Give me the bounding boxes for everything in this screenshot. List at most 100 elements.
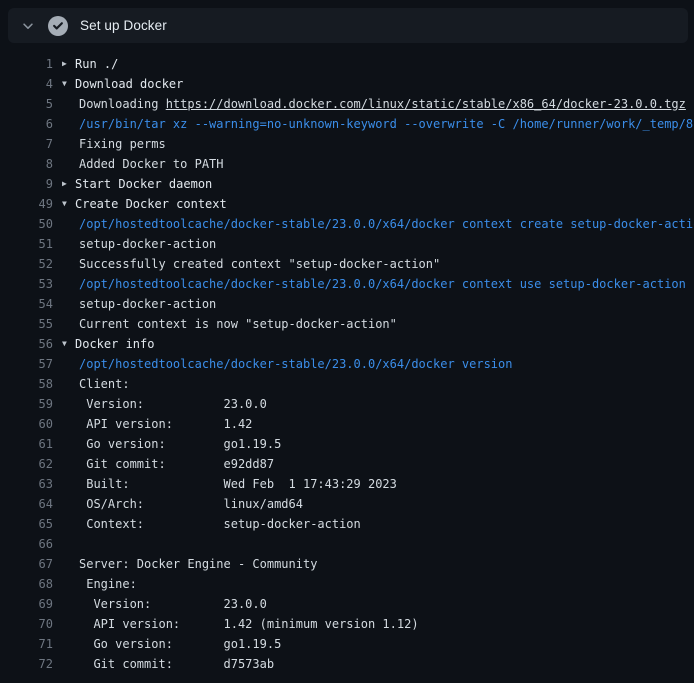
log-line: 5Downloading https://download.docker.com… (0, 94, 694, 114)
log-text-content: OS/Arch: linux/amd64 (79, 497, 303, 511)
line-number[interactable]: 52 (0, 254, 53, 274)
log-text-content: Version: 23.0.0 (79, 597, 267, 611)
log-line: 49▼Create Docker context (0, 194, 694, 214)
line-number[interactable]: 66 (0, 534, 53, 554)
line-number[interactable]: 67 (0, 554, 53, 574)
log-text: Server: Docker Engine - Community (53, 554, 694, 574)
log-command-text: /opt/hostedtoolcache/docker-stable/23.0.… (53, 354, 694, 374)
line-number[interactable]: 50 (0, 214, 53, 234)
download-url-link[interactable]: https://download.docker.com/linux/static… (166, 97, 686, 111)
line-number[interactable]: 70 (0, 614, 53, 634)
log-line: 53/opt/hostedtoolcache/docker-stable/23.… (0, 274, 694, 294)
log-command-text: /usr/bin/tar xz --warning=no-unknown-key… (53, 114, 694, 134)
line-number[interactable]: 59 (0, 394, 53, 414)
log-text: Fixing perms (53, 134, 694, 154)
log-line: 56 ▼ Docker info (0, 334, 694, 354)
group-title: Run ./ (75, 57, 118, 71)
line-number[interactable]: 54 (0, 294, 53, 314)
line-number[interactable]: 9 (0, 174, 53, 194)
log-text (53, 534, 694, 554)
log-group-toggle[interactable]: ▼ Docker info (53, 334, 694, 354)
line-number[interactable]: 4 (0, 74, 53, 94)
log-line: 8 Added Docker to PATH (0, 154, 694, 174)
step-title: Set up Docker (80, 18, 167, 33)
line-number[interactable]: 65 (0, 514, 53, 534)
line-number[interactable]: 49 (0, 194, 53, 214)
log-text-content: Successfully created context "setup-dock… (79, 257, 440, 271)
log-text-content: Version: 23.0.0 (79, 397, 267, 411)
line-number[interactable]: 62 (0, 454, 53, 474)
log-text-content: Added Docker to PATH (79, 157, 224, 171)
line-number[interactable]: 71 (0, 634, 53, 654)
line-number[interactable]: 56 (0, 334, 53, 354)
log-text: API version: 1.42 (minimum version 1.12) (53, 614, 694, 634)
log-text-content: Git commit: d7573ab (79, 657, 274, 671)
log-group-toggle[interactable]: ▼Download docker (53, 74, 694, 94)
log-text-content: Git commit: e92dd87 (79, 457, 274, 471)
log-text: setup-docker-action (53, 234, 694, 254)
log-line: 6/usr/bin/tar xz --warning=no-unknown-ke… (0, 114, 694, 134)
step-header[interactable]: Set up Docker (8, 8, 688, 43)
log-line: 60 API version: 1.42 (0, 414, 694, 434)
log-text-content: Go version: go1.19.5 (79, 637, 281, 651)
log-line: 70 API version: 1.42 (minimum version 1.… (0, 614, 694, 634)
line-number[interactable]: 7 (0, 134, 53, 154)
log-text-content: API version: 1.42 (79, 417, 252, 431)
line-number[interactable]: 68 (0, 574, 53, 594)
group-title: Download docker (75, 77, 183, 91)
log-group-toggle[interactable]: ▶Start Docker daemon (53, 174, 694, 194)
log-text-content: API version: 1.42 (minimum version 1.12) (79, 617, 419, 631)
log-line: 69 Version: 23.0.0 (0, 594, 694, 614)
line-number[interactable]: 8 (0, 154, 53, 174)
log-line: 1▶Run ./ (0, 54, 694, 74)
log-text: Built: Wed Feb 1 17:43:29 2023 (53, 474, 694, 494)
line-number[interactable]: 5 (0, 94, 53, 114)
log-text: Client: (53, 374, 694, 394)
log-line: 67Server: Docker Engine - Community (0, 554, 694, 574)
log-text: Context: setup-docker-action (53, 514, 694, 534)
log-line: 58Client: (0, 374, 694, 394)
log-line: 65 Context: setup-docker-action (0, 514, 694, 534)
line-number[interactable]: 58 (0, 374, 53, 394)
line-number[interactable]: 61 (0, 434, 53, 454)
chevron-down-icon[interactable] (20, 18, 36, 34)
log-text: Downloading https://download.docker.com/… (53, 94, 694, 114)
log-group-toggle[interactable]: ▶Run ./ (53, 54, 694, 74)
log-line: 64 OS/Arch: linux/amd64 (0, 494, 694, 514)
triangle-expanded-icon: ▼ (62, 194, 67, 214)
line-number[interactable]: 72 (0, 654, 53, 674)
log-text-prefix: Downloading (79, 97, 166, 111)
log-console: 1▶Run ./4▼Download docker5Downloading ht… (0, 54, 694, 674)
log-text: Git commit: d7573ab (53, 654, 694, 674)
triangle-expanded-icon: ▼ (62, 334, 67, 354)
line-number[interactable]: 69 (0, 594, 53, 614)
check-circle-icon (48, 16, 68, 36)
log-text: API version: 1.42 (53, 414, 694, 434)
log-line: 59 Version: 23.0.0 (0, 394, 694, 414)
line-number[interactable]: 60 (0, 414, 53, 434)
line-number[interactable]: 53 (0, 274, 53, 294)
log-text: Current context is now "setup-docker-act… (53, 314, 694, 334)
line-number[interactable]: 57 (0, 354, 53, 374)
log-command-text: /opt/hostedtoolcache/docker-stable/23.0.… (53, 214, 694, 234)
log-text: Version: 23.0.0 (53, 594, 694, 614)
log-text-content: /opt/hostedtoolcache/docker-stable/23.0.… (79, 277, 686, 291)
log-text: Successfully created context "setup-dock… (53, 254, 694, 274)
line-number[interactable]: 6 (0, 114, 53, 134)
log-text-content: /usr/bin/tar xz --warning=no-unknown-key… (79, 117, 694, 131)
log-line: 52 Successfully created context "setup-do… (0, 254, 694, 274)
log-command-text: /opt/hostedtoolcache/docker-stable/23.0.… (53, 274, 694, 294)
log-line: 51setup-docker-action (0, 234, 694, 254)
log-group-toggle[interactable]: ▼Create Docker context (53, 194, 694, 214)
log-text: setup-docker-action (53, 294, 694, 314)
line-number[interactable]: 55 (0, 314, 53, 334)
log-line: 72 Git commit: d7573ab (0, 654, 694, 674)
line-number[interactable]: 63 (0, 474, 53, 494)
group-title: Docker info (75, 337, 154, 351)
line-number[interactable]: 64 (0, 494, 53, 514)
log-line: 68 Engine: (0, 574, 694, 594)
line-number[interactable]: 1 (0, 54, 53, 74)
log-line: 61 Go version: go1.19.5 (0, 434, 694, 454)
line-number[interactable]: 51 (0, 234, 53, 254)
log-text-content: Context: setup-docker-action (79, 517, 361, 531)
